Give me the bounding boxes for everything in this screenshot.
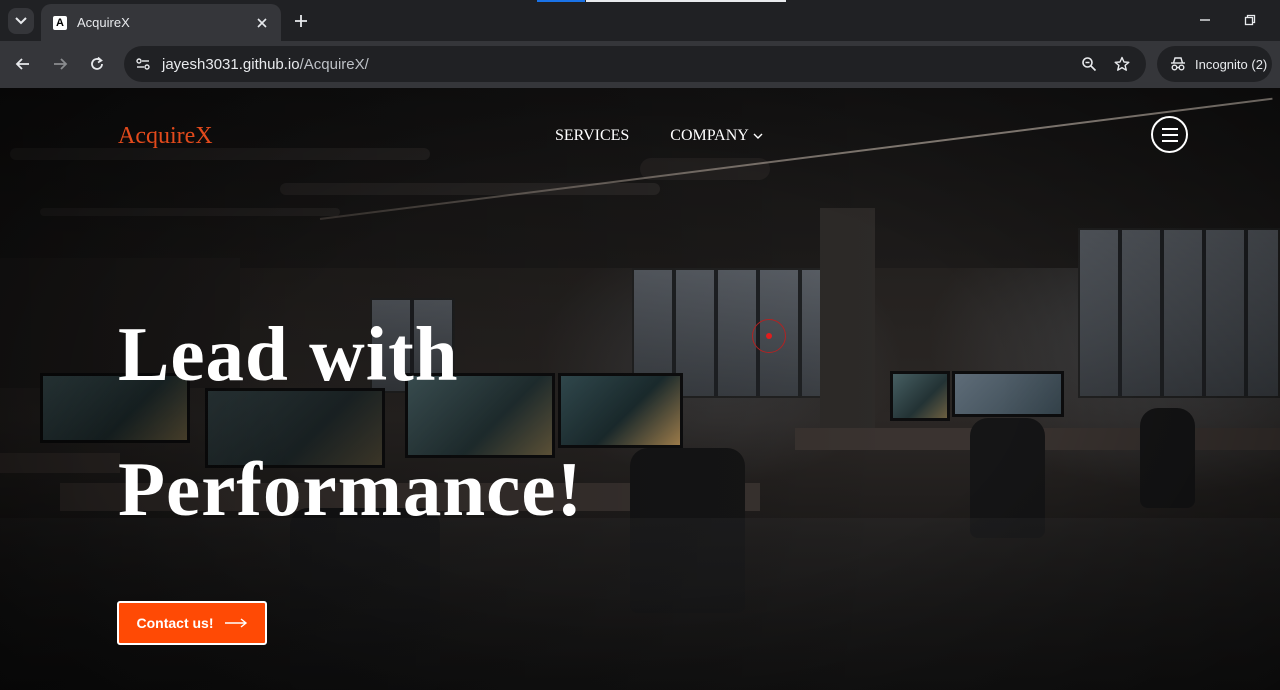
contact-us-label: Contact us! xyxy=(136,615,214,631)
site-info-icon[interactable] xyxy=(132,53,154,75)
url-host: jayesh3031.github.io xyxy=(162,55,300,73)
bookmark-star-icon[interactable] xyxy=(1111,53,1133,75)
minimize-icon xyxy=(1200,19,1210,21)
menu-line xyxy=(1161,133,1178,136)
restore-button[interactable] xyxy=(1240,10,1260,30)
cursor-dot xyxy=(766,333,772,339)
restore-icon xyxy=(1244,14,1256,26)
menu-line xyxy=(1161,139,1178,142)
site-logo[interactable]: AcquireX xyxy=(118,123,213,150)
arrow-left-icon xyxy=(15,58,29,70)
page-viewport: AcquireX SERVICES COMPANY Lead with Perf… xyxy=(0,88,1280,690)
hamburger-menu-button[interactable] xyxy=(1151,116,1188,153)
close-icon[interactable] xyxy=(253,14,271,32)
reload-button[interactable] xyxy=(85,52,109,76)
hero-title-line-1: Lead with xyxy=(118,311,459,397)
incognito-indicator[interactable]: Incognito (2) xyxy=(1157,46,1272,82)
chevron-down-icon xyxy=(753,133,763,139)
chevron-down-icon xyxy=(15,17,27,25)
incognito-label: Incognito (2) xyxy=(1195,56,1268,72)
url-text: jayesh3031.github.io/AcquireX/ xyxy=(162,56,369,73)
favicon-icon: A xyxy=(53,15,67,30)
loading-bar xyxy=(537,0,585,2)
reload-icon xyxy=(91,56,103,70)
browser-tabstrip: A AcquireX xyxy=(0,0,1280,41)
url-path: /AcquireX/ xyxy=(299,55,369,73)
hero-title-line-2: Performance! xyxy=(118,446,584,532)
address-bar[interactable]: jayesh3031.github.io/AcquireX/ xyxy=(124,46,1146,82)
browser-tab[interactable]: A AcquireX xyxy=(41,4,281,41)
tab-title: AcquireX xyxy=(77,15,130,30)
nav-company-label: COMPANY xyxy=(670,127,749,144)
tab-search-button[interactable] xyxy=(8,8,34,34)
nav-services-link[interactable]: SERVICES xyxy=(555,127,629,145)
menu-line xyxy=(1161,127,1178,130)
zoom-icon[interactable] xyxy=(1078,53,1100,75)
loading-bar-track xyxy=(586,0,786,2)
incognito-icon xyxy=(1171,57,1185,71)
forward-button[interactable] xyxy=(48,52,72,76)
contact-us-button[interactable]: Contact us! xyxy=(117,601,267,645)
arrow-right-icon xyxy=(54,58,68,70)
nav-services-label: SERVICES xyxy=(555,127,630,144)
browser-toolbar: jayesh3031.github.io/AcquireX/ Incognito… xyxy=(0,41,1280,88)
nav-company-link[interactable]: COMPANY xyxy=(670,127,763,145)
new-tab-button[interactable] xyxy=(290,10,312,32)
back-button[interactable] xyxy=(11,52,35,76)
site-nav: SERVICES COMPANY xyxy=(555,127,763,145)
plus-icon xyxy=(295,15,307,27)
minimize-button[interactable] xyxy=(1195,10,1215,30)
arrow-right-icon xyxy=(224,618,248,628)
